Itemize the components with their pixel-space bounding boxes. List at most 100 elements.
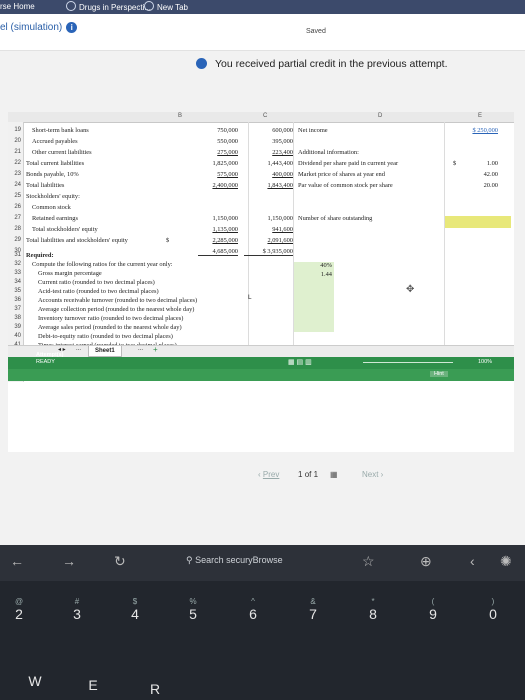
key-letter: R: [149, 681, 161, 697]
row-number: 32: [14, 261, 21, 267]
tab-label: New Tab: [157, 3, 188, 12]
key-symbol: %: [189, 597, 197, 606]
attempts-label[interactable]: Attempt(s): [36, 352, 64, 358]
key-3[interactable]: #3: [62, 597, 92, 622]
key-4[interactable]: $4: [120, 597, 150, 622]
current-year-value[interactable]: 2,285,000: [198, 237, 238, 244]
back-icon[interactable]: ←: [10, 553, 24, 569]
row-number: 24: [14, 182, 21, 188]
current-year-value[interactable]: 750,000: [198, 127, 238, 134]
zoom-slider[interactable]: [363, 362, 453, 363]
row-number: 38: [14, 315, 21, 321]
forward-icon[interactable]: →: [62, 553, 76, 569]
attempts-bar: Attempt(s) Hint: [8, 352, 514, 381]
prior-year-value[interactable]: 1,843,400: [253, 182, 293, 189]
key-w[interactable]: W: [20, 673, 50, 689]
row-label: Bonds payable, 10%: [26, 171, 79, 178]
prior-year-value[interactable]: 1,150,000: [253, 215, 293, 222]
search-icon: ⚲: [186, 555, 196, 565]
prior-year-value[interactable]: 1,443,400: [253, 160, 293, 167]
ratio-label: Debt-to-equity ratio (rounded to two dec…: [38, 333, 173, 340]
shares-outstanding-input[interactable]: [445, 216, 511, 228]
key-symbol: $: [132, 597, 138, 606]
key-digit: 0: [489, 606, 497, 622]
required-instruction: Compute the following ratios for the cur…: [32, 261, 173, 268]
key-symbol: #: [74, 597, 80, 606]
laptop-keyboard: ← → ↻ ⚲ Search securyBrowse ☆ ⊕ ‹ ✺ @2 #…: [0, 545, 525, 700]
prior-year-value[interactable]: 223,400: [253, 149, 293, 156]
grid-view-icon[interactable]: ▦: [330, 470, 338, 479]
hint-button[interactable]: Hint: [430, 371, 448, 377]
browser-touchbar: ← → ↻ ⚲ Search securyBrowse ☆ ⊕ ‹ ✺: [0, 545, 525, 581]
current-year-value[interactable]: 1,135,000: [198, 226, 238, 233]
prior-year-value[interactable]: 2,091,600: [253, 237, 293, 244]
current-year-value[interactable]: 575,000: [198, 171, 238, 178]
column-header-row: B C D E: [8, 112, 514, 123]
current-ratio-answer[interactable]: 1.44: [294, 271, 332, 278]
key-6[interactable]: ^ 6: [238, 597, 268, 622]
par-value-value[interactable]: 20.00: [468, 182, 498, 189]
current-year-value[interactable]: 2,400,000: [198, 182, 238, 189]
market-price-value[interactable]: 42.00: [468, 171, 498, 178]
current-year-value[interactable]: 550,000: [198, 138, 238, 145]
star-icon[interactable]: ☆: [362, 553, 375, 570]
prior-year-value[interactable]: 600,000: [253, 127, 293, 134]
sheet-more-button[interactable]: ...: [138, 346, 143, 352]
dividend-value[interactable]: 1.00: [468, 160, 498, 167]
row-number: 23: [14, 171, 21, 177]
key-0[interactable]: ) 0: [478, 597, 508, 622]
key-r[interactable]: R: [140, 681, 170, 697]
row-label: Short-term bank loans: [32, 127, 89, 134]
additional-info-label: Additional information:: [298, 149, 359, 156]
total-prior-year[interactable]: $ 3,935,000: [244, 248, 293, 256]
reload-icon[interactable]: ↻: [114, 553, 126, 570]
total-current-year[interactable]: 4,685,000: [198, 248, 238, 256]
add-sheet-button[interactable]: +: [153, 345, 158, 354]
net-income-label: Net income: [298, 127, 328, 134]
row-number: 27: [14, 215, 21, 221]
row-label: Total current liabilities: [26, 160, 85, 167]
key-2[interactable]: @2: [4, 597, 34, 622]
current-year-value[interactable]: 1,150,000: [198, 215, 238, 222]
key-8[interactable]: * 8: [358, 597, 388, 622]
net-income-value[interactable]: $ 250,000: [448, 127, 498, 134]
required-title: Required:: [26, 252, 54, 259]
column-header: C: [263, 113, 268, 119]
key-7[interactable]: & 7: [298, 597, 328, 622]
row-label: Common stock: [32, 204, 71, 211]
tab-bar: rse Home Drugs in Perspecti... New Tab: [0, 0, 525, 14]
chevron-left-icon[interactable]: ‹: [470, 553, 475, 569]
key-9[interactable]: (9: [418, 597, 448, 622]
plus-circle-icon[interactable]: ⊕: [420, 553, 432, 570]
tab-home[interactable]: rse Home: [0, 1, 41, 13]
row-number: 22: [14, 160, 21, 166]
sheet-more-button[interactable]: ...: [76, 346, 81, 352]
key-digit: 7: [309, 606, 317, 622]
prior-year-value[interactable]: 941,600: [253, 226, 293, 233]
touchbar-search[interactable]: ⚲ Search securyBrowse: [186, 555, 283, 566]
prior-year-value[interactable]: 400,000: [253, 171, 293, 178]
current-year-value[interactable]: 1,825,000: [198, 160, 238, 167]
info-icon[interactable]: i: [66, 22, 78, 33]
key-symbol: &: [310, 597, 316, 606]
column-header: D: [378, 113, 383, 119]
ready-status: READY: [36, 359, 55, 365]
ratio-label: Average collection period (rounded to th…: [38, 306, 195, 313]
tab-new[interactable]: New Tab: [138, 1, 194, 13]
gross-margin-answer[interactable]: 40%: [294, 262, 332, 269]
brightness-icon[interactable]: ✺: [500, 553, 512, 570]
next-button[interactable]: Next ›: [362, 470, 383, 479]
ratio-label: Average sales period (rounded to the nea…: [38, 324, 182, 331]
current-year-value[interactable]: 275,000: [198, 149, 238, 156]
sheet-tab[interactable]: Sheet1: [88, 346, 122, 357]
key-5[interactable]: % 5: [178, 597, 208, 622]
prev-button[interactable]: ‹ Prev: [258, 470, 279, 479]
prior-year-value[interactable]: 395,000: [253, 138, 293, 145]
key-e[interactable]: E: [78, 677, 108, 693]
page-indicator: 1 of 1: [298, 470, 318, 479]
zoom-level: 100%: [478, 359, 493, 365]
grid-line: [248, 122, 249, 372]
assignment-header: el (simulation) i Saved: [0, 14, 525, 51]
key-digit: 4: [131, 606, 139, 622]
view-mode-icons[interactable]: ▦ ▤ ▥: [288, 358, 312, 366]
